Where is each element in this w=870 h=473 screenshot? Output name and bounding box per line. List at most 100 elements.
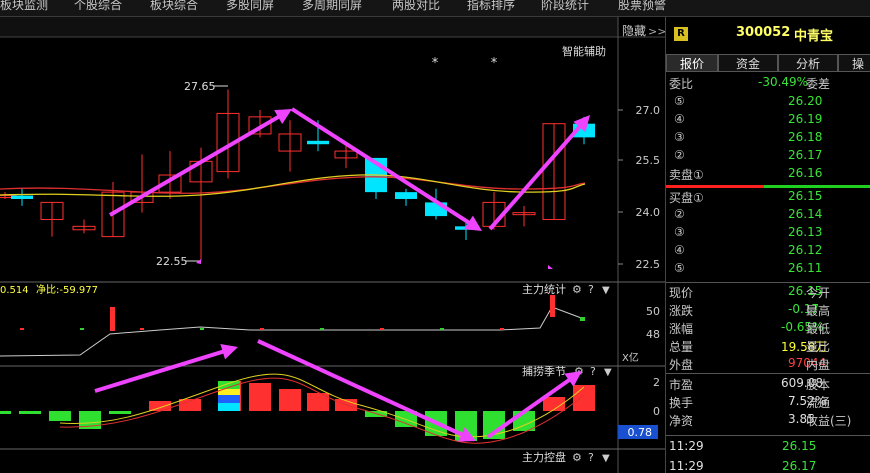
buy-level-label: 买盘①: [669, 191, 704, 205]
chart-area[interactable]: 隐藏 >> 智能辅助 27.0 25.5 24.0 22.5 27.65 22.55 * * 0.51…: [0, 17, 665, 473]
top-tab-2[interactable]: 板块综合: [150, 0, 198, 13]
fund-tick: [80, 328, 84, 330]
stat-label-2: 流通: [806, 396, 831, 410]
candle-body: [307, 140, 329, 145]
price-axis-tick: 22.5: [636, 258, 661, 271]
top-tab-5[interactable]: 两股对比: [392, 0, 440, 13]
sell-level-label: 卖盘①: [669, 168, 704, 182]
top-tab-1[interactable]: 个股综合: [74, 0, 122, 13]
price-axis-tick: 24.0: [636, 206, 661, 219]
season-bar: [109, 411, 131, 414]
buy-level-5: ⑤ 26.11: [666, 260, 870, 278]
season-bar: [279, 389, 301, 411]
dropdown-icon: ▼: [604, 367, 612, 378]
fund-axis-tick: 50: [646, 305, 660, 318]
fund-axis-tick: 48: [646, 328, 660, 341]
buy-level-price: 26.13: [788, 225, 823, 239]
top-tab-3[interactable]: 多股同屏: [226, 0, 274, 13]
tick-price: 26.15: [782, 439, 817, 453]
stat-row-6: 换手 7.52% 流通: [666, 393, 870, 411]
fund-tick: [440, 328, 444, 330]
buy-level-label: ②: [674, 207, 685, 221]
season-axis-tick: 0: [653, 405, 660, 418]
tab-operate[interactable]: 操: [838, 54, 870, 72]
stat-label: 总量: [669, 340, 694, 354]
main-header-strip: [0, 17, 618, 37]
tab-quote[interactable]: 报价: [666, 54, 718, 72]
sell-level-label: ②: [674, 148, 685, 162]
tick-price: 26.17: [782, 459, 817, 473]
stat-row-4: 外盘 97044 内盘: [666, 355, 870, 373]
tick-time: 11:29: [669, 459, 704, 473]
top-tab-4[interactable]: 多周期同屏: [302, 0, 362, 13]
wei-bi-label: 委比: [669, 77, 694, 91]
help-icon: ?: [588, 283, 594, 296]
season-axis-tick: 2: [653, 376, 660, 389]
gear-icon: ⚙: [572, 283, 582, 296]
stat-label: 换手: [669, 396, 694, 410]
buy-level-price: 26.14: [788, 207, 823, 221]
stat-label: 涨跌: [669, 304, 694, 318]
tick-row-1: 11:29 26.17: [666, 458, 870, 473]
hide-button[interactable]: 隐藏: [622, 24, 646, 38]
quote-panel: R 300052 中青宝 报价 资金 分析 操 委比 -30.49% 委差 ⑤ 26.2…: [665, 17, 870, 473]
stat-label-2: 量比: [806, 340, 831, 354]
top-tab-6[interactable]: 指标排序: [467, 0, 515, 13]
sell-level-1: 卖盘① 26.16: [666, 165, 870, 183]
section-divider: [666, 373, 870, 374]
chart-background: [0, 17, 665, 473]
tab-funds[interactable]: 资金: [718, 54, 778, 72]
stat-label: 涨幅: [669, 322, 694, 336]
wei-cha-label: 委差: [806, 77, 831, 91]
stat-label: 净资: [669, 414, 694, 428]
control-panel-title: 主力控盘: [522, 450, 566, 464]
smart-assist-label: 智能辅助: [562, 44, 606, 58]
season-bar: [218, 395, 240, 403]
fund-tick: [380, 328, 384, 330]
stat-row-1: 涨跌 -0.17 最高: [666, 301, 870, 319]
season-panel-title: 捕捞季节: [522, 364, 566, 378]
season-bar: [0, 411, 11, 414]
price-axis-tick: 27.0: [636, 104, 661, 117]
fund-bar: [110, 307, 115, 331]
stat-label-2: 最低: [806, 322, 831, 336]
tick-row-0: 11:29 26.15: [666, 438, 870, 456]
sell-level-price: 26.17: [788, 148, 823, 162]
fund-panel-title: 主力统计: [522, 283, 566, 296]
buy-level-3: ③ 26.13: [666, 224, 870, 242]
fund-tick: [140, 328, 144, 330]
sell-level-price: 26.18: [788, 130, 823, 144]
help-icon: ?: [588, 451, 594, 464]
sell-level-5: ⑤ 26.20: [666, 93, 870, 111]
fund-tick: [500, 328, 504, 330]
top-tab-7[interactable]: 阶段统计: [541, 0, 589, 13]
tab-analysis[interactable]: 分析: [778, 54, 838, 72]
stock-name: 中青宝: [794, 29, 834, 44]
stat-row-0: 现价 26.15 今开: [666, 283, 870, 301]
buy-level-price: 26.12: [788, 243, 823, 257]
low-price-label: 22.55: [156, 255, 188, 268]
signal-star-icon: *: [491, 56, 498, 71]
season-bar: [218, 403, 240, 411]
stock-code: 300052: [736, 25, 791, 40]
sell-level-price: 26.19: [788, 112, 823, 126]
stat-label-2: 今开: [806, 286, 831, 300]
top-tab-0[interactable]: 板块监测: [0, 0, 48, 13]
buy-level-price: 26.15: [788, 189, 823, 203]
buy-level-4: ④ 26.12: [666, 242, 870, 260]
tick-time: 11:29: [669, 439, 704, 453]
stat-label-2: 股本: [806, 378, 831, 392]
stat-label: 外盘: [669, 358, 694, 372]
buy-level-price: 26.11: [788, 261, 823, 275]
buy-level-label: ③: [674, 225, 685, 239]
stat-label-2: 最高: [806, 304, 831, 318]
dropdown-icon: ▼: [602, 453, 610, 464]
top-tab-8[interactable]: 股票预警: [618, 0, 666, 13]
season-bar: [49, 411, 71, 421]
fund-tick: [320, 328, 324, 330]
sell-level-3: ③ 26.18: [666, 129, 870, 147]
section-divider: [666, 435, 870, 436]
stock-badge: R: [674, 27, 688, 41]
dropdown-icon: ▼: [602, 285, 610, 296]
stat-row-2: 涨幅 -0.65% 最低: [666, 319, 870, 337]
